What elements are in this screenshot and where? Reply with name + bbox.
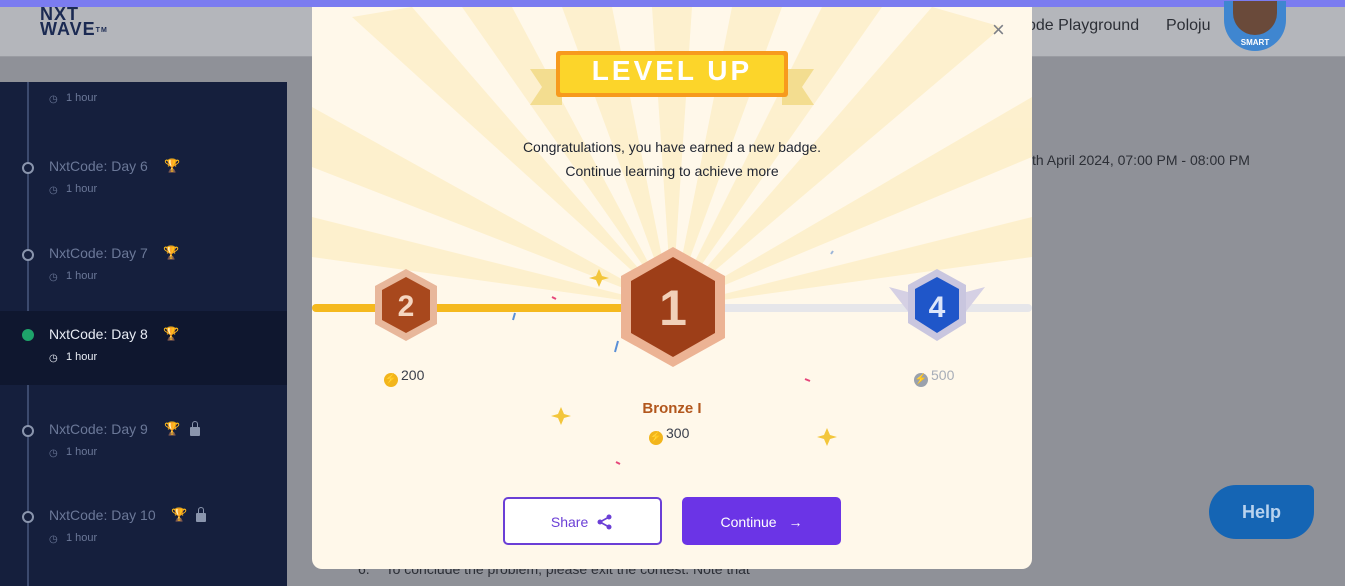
trophy-icon: 🏆 [164,158,181,173]
share-label: Share [550,514,589,530]
nav-code-playground[interactable]: ode Playground [1027,17,1139,35]
continue-button[interactable]: Continue → [682,497,841,545]
status-dot [22,162,34,174]
trophy-icon: 🏆 [171,507,188,522]
sidebar-item-day-8[interactable]: NxtCode: Day 8 🏆 ◷ 1 hour [0,311,287,385]
course-sidebar: ◷ 1 hour NxtCode: Day 6 🏆 ◷ 1 hour NxtCo… [0,82,287,586]
lock-icon [196,507,206,522]
sidebar-item-day-9[interactable]: NxtCode: Day 9 🏆 ◷ 1 hour [0,411,287,486]
check-icon [22,329,34,341]
level-4-coins: ⚡ 500 [914,367,954,387]
clock-icon: ◷ [49,534,58,545]
day-title: NxtCode: Day 6 [49,158,148,174]
level-up-modal: × LEVEL UP Congratulations, you have ear… [312,7,1032,569]
share-icon [597,514,612,530]
duration-text: 1 hour [66,351,98,363]
coins-value: 500 [931,367,955,383]
duration-text: 1 hour [66,92,98,104]
arrow-right-icon: → [788,514,803,530]
help-button[interactable]: Help [1209,485,1314,539]
coin-icon: ⚡ [384,373,398,387]
congrats-message: Congratulations, you have earned a new b… [522,139,822,155]
close-icon[interactable]: × [992,19,1005,41]
schedule-text: th April 2024, 07:00 PM - 08:00 PM [1032,152,1250,168]
level-4-number: 4 [929,291,946,324]
top-accent-strip [0,0,1345,7]
trophy-icon: 🏆 [163,245,180,260]
status-dot [22,249,34,261]
coin-icon: ⚡ [914,373,928,387]
avatar[interactable]: SMART [1224,1,1286,51]
level-2-coins: ⚡ 200 [384,367,424,387]
avatar-tag: SMART [1240,38,1270,47]
coins-value: 200 [401,367,425,383]
duration-text: 1 hour [66,446,98,458]
level-2-number: 2 [398,290,415,323]
duration-text: 1 hour [66,532,98,544]
day-title: NxtCode: Day 9 [49,421,148,437]
level-progress-fill [312,304,650,312]
clock-icon: ◷ [49,448,58,459]
sidebar-item-day-10[interactable]: NxtCode: Day 10 🏆 ◷ 1 hour [0,497,287,572]
duration-text: 1 hour [66,183,98,195]
avatar-photo [1233,1,1277,35]
logo-tm: TM [95,26,108,34]
logo-bottom-text: WAVE [40,19,96,39]
lock-icon [190,421,200,436]
share-button[interactable]: Share [503,497,662,545]
status-dot [22,511,34,523]
nav-user-name[interactable]: Poloju [1166,17,1210,35]
badge-coins: ⚡ 300 [649,425,689,445]
continue-message: Continue learning to achieve more [565,163,779,179]
banner-title: LEVEL UP [591,55,753,86]
level-badge-1: 1 [621,247,725,367]
sidebar-item-day-7[interactable]: NxtCode: Day 7 🏆 ◷ 1 hour [0,235,287,310]
continue-label: Continue [720,514,777,530]
coin-icon: ⚡ [649,431,663,445]
day-title: NxtCode: Day 10 [49,507,156,523]
duration-text: 1 hour [66,270,98,282]
day-title: NxtCode: Day 7 [49,245,148,261]
trophy-icon: 🏆 [163,326,180,341]
nxtwave-logo[interactable]: NXT WAVETM [40,7,120,41]
level-badge-4: 4 [889,269,985,341]
clock-icon: ◷ [49,185,58,196]
status-dot [22,425,34,437]
trophy-icon: 🏆 [164,421,181,436]
day-title: NxtCode: Day 8 [49,326,148,342]
coins-value: 300 [666,425,690,441]
clock-icon: ◷ [49,94,58,105]
level-1-number: 1 [659,280,687,336]
sidebar-item-day-6[interactable]: NxtCode: Day 6 🏆 ◷ 1 hour [0,148,287,223]
clock-icon: ◷ [49,272,58,283]
clock-icon: ◷ [49,353,58,364]
level-badge-2: 2 [375,269,437,341]
badge-name: Bronze I [642,400,702,417]
